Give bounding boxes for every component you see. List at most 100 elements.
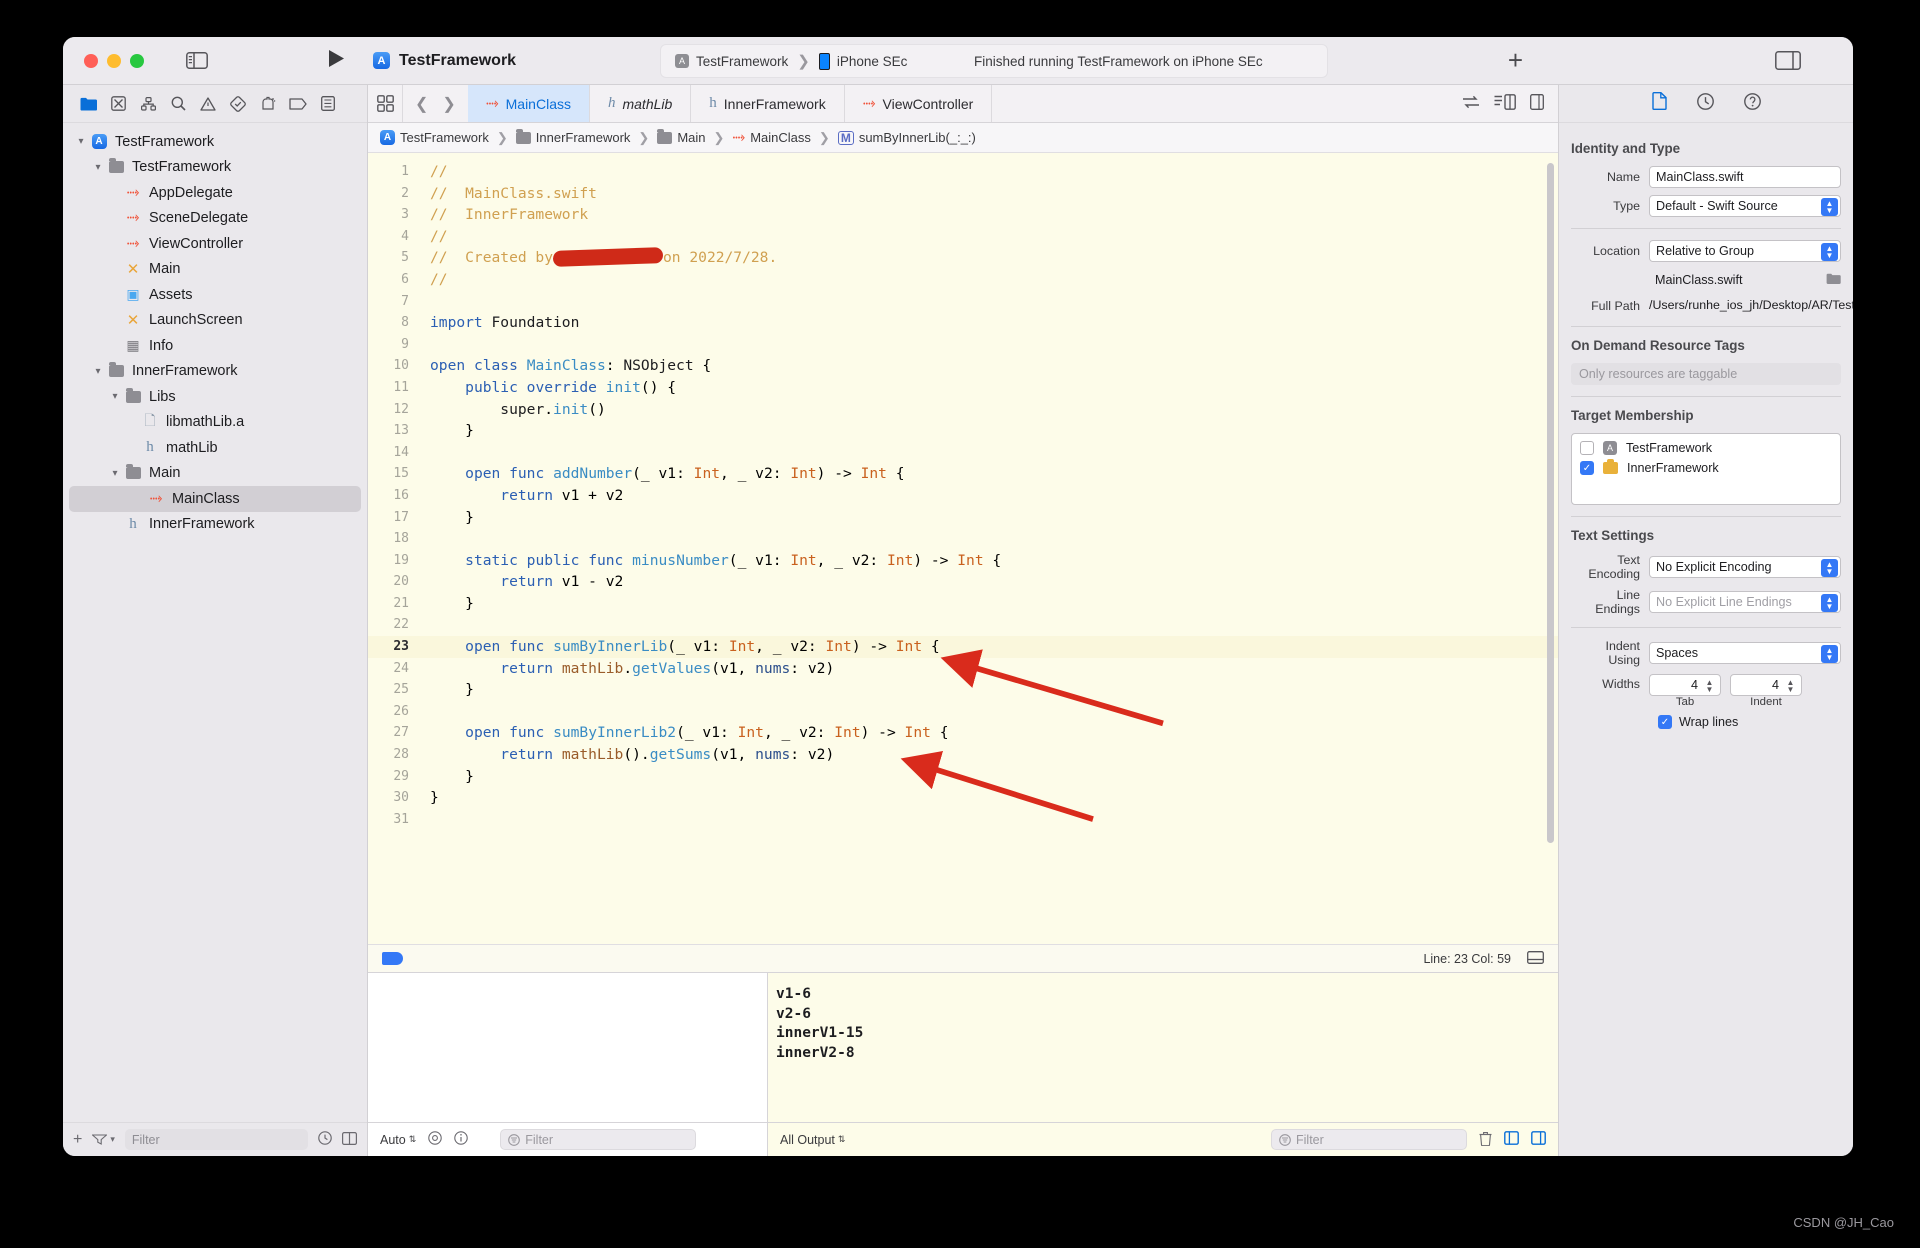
recent-files-filter-icon[interactable] [318,1131,332,1148]
breadcrumb-item-mainclass[interactable]: ⤑ MainClass [732,129,811,146]
toggle-debug-area-icon[interactable] [1527,950,1544,967]
editor-tab-innerframework[interactable]: h InnerFramework [691,85,845,122]
code-lines[interactable]: 1 // 2 // MainClass.swift 3 // InnerFramework… [368,153,1558,830]
quick-help-icon[interactable] [1743,92,1761,115]
code-line[interactable]: 6 // [368,269,1558,291]
code-line[interactable]: 4 // [368,226,1558,248]
code-line[interactable]: 23 open func sumByInnerLib(_ v1: Int, _ … [368,636,1558,658]
breakpoint-indicator[interactable] [382,952,403,965]
project-navigator-tree[interactable]: ▾ A TestFramework ▾ TestFramework ⤑ AppDelegat… [63,123,367,1122]
add-file-button[interactable]: + [73,1131,82,1149]
target-checkbox[interactable]: ✓ [1580,461,1594,475]
disclosure-triangle-icon[interactable]: ▾ [90,162,106,173]
code-line[interactable]: 14 [368,442,1558,464]
scheme-button[interactable]: A TestFramework [661,54,788,69]
navigator-item-main[interactable]: ▾ Main [63,461,367,487]
navigator-item-libs[interactable]: ▾ Libs [63,384,367,410]
breadcrumb-item-testframework[interactable]: A TestFramework [380,130,489,145]
stepper-arrows-icon[interactable]: ▲ ▼ [1782,677,1799,695]
target-membership-list[interactable]: A TestFramework ✓ InnerFramework [1571,433,1841,505]
warning-icon[interactable] [193,92,223,116]
breadcrumb-item-sumbyinnerlib-[interactable]: MsumByInnerLib(_:_:) [837,130,976,145]
editor-tab-mainclass[interactable]: ⤑ MainClass [467,85,590,122]
destination-button[interactable]: iPhone SEc [818,52,907,70]
hierarchy-icon[interactable] [133,92,163,116]
minimize-button[interactable] [107,53,121,68]
name-input[interactable]: MainClass.swift [1649,166,1841,188]
code-line[interactable]: 13 } [368,420,1558,442]
history-inspector-icon[interactable] [1696,92,1714,115]
code-line[interactable]: 24 return mathLib.getValues(v1, nums: v2… [368,658,1558,680]
text-encoding-select[interactable]: No Explicit Encoding ▲ ▼ [1649,556,1841,578]
navigator-item-info[interactable]: ▦ Info [63,333,367,359]
code-line[interactable]: 19 static public func minusNumber(_ v1: … [368,550,1558,572]
variables-filter-input[interactable]: Filter [500,1129,697,1150]
toggle-console-view-icon[interactable] [1531,1131,1546,1148]
navigator-item-mainclass[interactable]: ⤑ MainClass [69,486,361,512]
code-line[interactable]: 9 [368,334,1558,356]
console-output[interactable]: v1-6 v2-6 innerV1-15 innerV2-8 [768,973,1558,1122]
stepper-arrows-icon[interactable]: ▲ ▼ [1701,677,1718,695]
navigator-item-libmathlib-a[interactable]: 🗋 libmathLib.a [63,410,367,436]
target-checkbox[interactable] [1580,441,1594,455]
target-membership-row[interactable]: A TestFramework [1580,441,1832,455]
disclosure-triangle-icon[interactable]: ▾ [90,366,106,377]
code-line[interactable]: 3 // InnerFramework [368,204,1558,226]
navigator-item-assets[interactable]: ▣ Assets [63,282,367,308]
search-icon[interactable] [163,92,193,116]
code-line[interactable]: 11 public override init() { [368,377,1558,399]
code-line[interactable]: 31 [368,809,1558,831]
variables-scope-button[interactable]: Auto ⇅ [380,1133,416,1147]
variables-view[interactable] [368,973,768,1122]
clear-console-icon[interactable] [1479,1131,1492,1149]
type-select[interactable]: Default - Swift Source ▲ ▼ [1649,195,1841,217]
code-line[interactable]: 18 [368,528,1558,550]
indent-width-stepper[interactable]: 4 ▲ ▼ [1730,674,1802,696]
disclosure-triangle-icon[interactable]: ▾ [73,136,89,147]
folder-icon[interactable] [73,92,103,116]
navigator-item-launchscreen[interactable]: ✕ LaunchScreen [63,308,367,334]
run-button[interactable] [328,49,345,73]
choose-file-folder-icon[interactable] [1826,273,1841,288]
minimap-icon[interactable] [1530,94,1544,113]
odr-tags-input[interactable]: Only resources are taggable [1571,363,1841,385]
forward-button[interactable]: ❯ [442,94,455,114]
file-inspector-icon[interactable] [1651,92,1667,115]
toggle-inspector-icon[interactable] [1775,51,1801,70]
breadcrumb-item-main[interactable]: Main [657,128,706,145]
code-line[interactable]: 16 return v1 + v2 [368,485,1558,507]
code-line[interactable]: 17 } [368,507,1558,529]
editor-tab-viewcontroller[interactable]: ⤑ ViewController [845,85,993,122]
indent-using-select[interactable]: Spaces ▲ ▼ [1649,642,1841,664]
editor-tabs[interactable]: ⤑ MainClass h mathLib h InnerFramework ⤑ ViewCo… [467,85,993,122]
toggle-variables-view-icon[interactable] [1504,1131,1519,1148]
editor-tab-mathlib[interactable]: h mathLib [590,85,692,122]
output-scope-button[interactable]: All Output ⇅ [780,1133,845,1147]
line-endings-select[interactable]: No Explicit Line Endings ▲ ▼ [1649,591,1841,613]
code-line[interactable]: 29 } [368,766,1558,788]
breadcrumb[interactable]: A TestFramework ❯ InnerFramework ❯ Main ❯ ⤑ Main… [368,123,1558,153]
source-control-icon[interactable] [103,92,133,116]
test-icon[interactable] [223,92,253,116]
code-line[interactable]: 5 // Created by on 2022/7/28. [368,247,1558,269]
source-control-filter-icon[interactable] [342,1131,358,1148]
code-line[interactable]: 8 import Foundation [368,312,1558,334]
navigator-filter-input[interactable]: Filter [124,1129,308,1150]
navigator-item-viewcontroller[interactable]: ⤑ ViewController [63,231,367,257]
close-button[interactable] [84,53,98,68]
code-line[interactable]: 15 open func addNumber(_ v1: Int, _ v2: … [368,463,1558,485]
source-editor[interactable]: 1 // 2 // MainClass.swift 3 // InnerFramework… [368,153,1558,944]
add-editor-button[interactable]: + [1508,45,1523,76]
navigator-item-testframework[interactable]: ▾ A TestFramework [63,129,367,155]
navigator-item-main[interactable]: ✕ Main [63,257,367,283]
code-line[interactable]: 21 } [368,593,1558,615]
code-line[interactable]: 1 // [368,161,1558,183]
wrap-lines-checkbox[interactable]: ✓ [1658,715,1672,729]
toggle-navigator-icon[interactable] [186,52,208,69]
location-select[interactable]: Relative to Group ▲ ▼ [1649,240,1841,262]
navigator-item-innerframework[interactable]: h InnerFramework [63,512,367,538]
code-line[interactable]: 22 [368,614,1558,636]
tab-overview-icon[interactable] [368,85,402,122]
info-icon[interactable] [454,1131,469,1148]
disclosure-triangle-icon[interactable]: ▾ [107,468,123,479]
